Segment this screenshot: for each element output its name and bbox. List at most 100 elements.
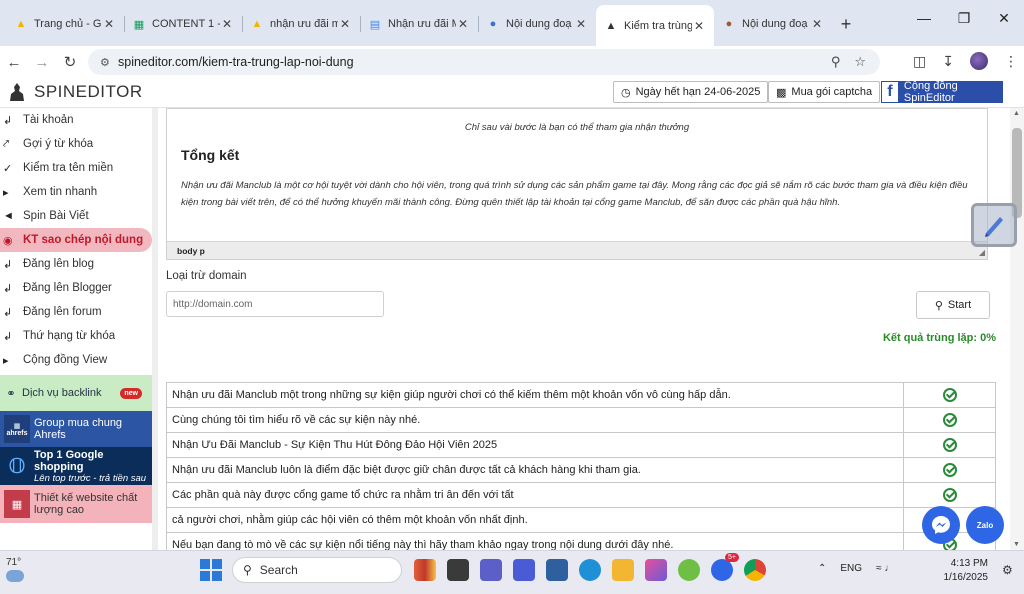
sidebar-promo[interactable]: ▦ ahrefs Group mua chung Ahrefs [0, 411, 152, 447]
scroll-up-icon[interactable]: ▲ [1013, 110, 1020, 117]
tab-close-icon[interactable]: ✕ [102, 17, 116, 31]
zoom-icon[interactable]: ⚲ [831, 54, 841, 70]
browser-toolbar: ← → ↻ ⚙ spineditor.com/kiem-tra-trung-la… [0, 46, 1024, 78]
quillbot-icon: ● [725, 18, 733, 30]
promo-label: Dịch vụ backlink [22, 387, 102, 399]
sidebar-item[interactable]: ◄ Spin Bài Viết [0, 204, 152, 228]
download-icon[interactable]: ↧ [942, 53, 954, 70]
sidebar-item-label: Thứ hạng từ khóa [23, 330, 116, 342]
sidebar-item-label: Đăng lên Blogger [23, 282, 112, 294]
extensions-icon[interactable]: ◫ [913, 53, 926, 70]
exclude-domain-input[interactable] [166, 291, 384, 317]
result-status [903, 407, 996, 433]
sidebar-item[interactable]: ✓ Kiểm tra tên miền [0, 156, 152, 180]
weather-widget[interactable]: 71° [6, 557, 24, 582]
messenger-chat-button[interactable] [922, 506, 960, 544]
expiry-date-button[interactable]: ◷ Ngày hết hạn 24-06-2025 [613, 81, 769, 103]
sidebar-item[interactable]: ⤤ Gợi ý từ khóa [0, 132, 152, 156]
community-facebook-button[interactable]: f Cộng đồng SpinEditor [881, 80, 1003, 104]
tab-close-icon[interactable]: ✕ [810, 17, 824, 31]
website-design-icon: ▦ [4, 490, 30, 518]
zalo-chat-button[interactable]: Zalo [966, 506, 1004, 544]
tab-close-icon[interactable]: ✕ [220, 17, 234, 31]
browser-tab[interactable]: ▲ Trang chủ - Go ✕ [6, 5, 124, 43]
sidebar-item[interactable]: ↲ Đăng lên forum [0, 300, 152, 324]
copilot-icon[interactable] [414, 559, 436, 581]
buy-captcha-button[interactable]: ▩ Mua gói captcha [768, 81, 881, 103]
tab-close-icon[interactable]: ✕ [692, 19, 706, 33]
check-circle-icon [942, 413, 957, 427]
site-logo[interactable]: SPINEDITOR [8, 82, 143, 102]
photos-icon[interactable] [645, 559, 667, 581]
edge-browser-icon[interactable] [579, 559, 601, 581]
browser-tab[interactable]: ▲ nhận ưu đãi m ✕ [242, 5, 360, 43]
coccoc-icon[interactable] [678, 559, 700, 581]
results-table: Nhận ưu đãi Manclub một trong những sự k… [166, 382, 996, 558]
sidebar-item[interactable]: ↲ Đăng lên blog [0, 252, 152, 276]
taskbar-clock[interactable]: 4:13 PM 1/16/2025 [936, 557, 989, 585]
sidebar-item[interactable]: ↲ Tài khoản [0, 108, 152, 132]
tab-title: nhận ưu đãi m [270, 18, 338, 30]
sidebar-promo[interactable]: ⚭ Dịch vụ backlink new [0, 375, 152, 411]
teams-icon[interactable] [480, 559, 502, 581]
taskbar-search[interactable]: ⚲ Search [232, 557, 402, 583]
page-scrollbar[interactable]: ▲ ▼ [1010, 108, 1024, 550]
blog-icon: ↲ [3, 258, 13, 271]
profile-avatar[interactable] [970, 52, 988, 70]
forum-icon: ↲ [3, 306, 13, 319]
sidebar-promo[interactable]: ▦ Thiết kế website chất lượng cao [0, 485, 152, 523]
scroll-down-icon[interactable]: ▼ [1013, 541, 1020, 548]
bookmark-star-icon[interactable]: ☆ [854, 54, 866, 70]
sidebar-item[interactable]: ◉ KT sao chép nội dung [0, 228, 152, 252]
sidebar-item[interactable]: ▸ Cộng đồng View [0, 348, 152, 372]
file-explorer-icon[interactable] [447, 559, 469, 581]
minimize-button[interactable]: — [904, 10, 944, 27]
tab-close-icon[interactable]: ✕ [456, 17, 470, 31]
address-bar[interactable]: ⚙ spineditor.com/kiem-tra-trung-lap-noi-… [88, 49, 880, 75]
notification-bell-icon[interactable]: ⚙ [1002, 563, 1013, 577]
forward-button[interactable]: → [28, 54, 56, 71]
wifi-volume-icon[interactable]: ≈ ♩ [876, 563, 894, 574]
zalo-taskbar-icon[interactable]: 5+ [711, 553, 739, 581]
browser-tab[interactable]: ▤ Nhận ưu đãi M ✕ [360, 5, 478, 43]
calendar-icon[interactable] [546, 559, 568, 581]
browser-tab[interactable]: ▲ Kiểm tra trùng ✕ [596, 5, 714, 46]
browser-tab[interactable]: ▦ CONTENT 1 - ✕ [124, 5, 242, 43]
floating-edit-widget[interactable] [971, 203, 1017, 247]
windows-start-button[interactable] [200, 559, 222, 581]
maximize-button[interactable]: ❐ [944, 10, 984, 27]
google-drive-icon: ▲ [15, 18, 27, 30]
browser-menu-icon[interactable]: ⋮ [1004, 53, 1018, 70]
promo-label: Thiết kế website chất lượng cao [34, 492, 138, 516]
close-window-button[interactable]: ✕ [984, 10, 1024, 27]
community-label: Cộng đồng SpinEditor [903, 80, 958, 104]
reload-button[interactable]: ↻ [56, 53, 84, 71]
sidebar-item[interactable]: ↲ Thứ hạng từ khóa [0, 324, 152, 348]
new-tab-button[interactable]: + [832, 5, 860, 43]
view-icon: ▸ [3, 354, 9, 367]
sidebar-item[interactable]: ↲ Đăng lên Blogger [0, 276, 152, 300]
tab-title: Nội dung đoạ [506, 18, 572, 30]
start-button[interactable]: ⚲ Start [916, 291, 990, 319]
folder-icon[interactable] [612, 559, 634, 581]
search-icon: ⚲ [934, 299, 943, 312]
resize-handle-icon[interactable]: ◢ [979, 248, 985, 257]
table-row: Nhận ưu đãi Manclub một trong những sự k… [166, 382, 996, 408]
sidebar-promo[interactable]: 𝕆 Top 1 Google shopping Lên top trước - tr… [0, 447, 152, 485]
tab-close-icon[interactable]: ✕ [338, 17, 352, 31]
back-button[interactable]: ← [0, 54, 28, 71]
whiteboard-icon[interactable] [513, 559, 535, 581]
expiry-label: Ngày hết hạn 24-06-2025 [635, 86, 761, 98]
table-row: Nhận ưu đãi Manclub luôn là điểm đặc biệ… [166, 457, 996, 483]
browser-tab[interactable]: ● Nội dung đoạ ✕ [714, 5, 832, 43]
spin-icon: ◄ [3, 210, 14, 222]
content-editor[interactable]: Chỉ sau vài bước là bạn có thể tham gia … [166, 108, 988, 260]
chevron-up-icon[interactable]: ⌃ [818, 563, 826, 574]
tab-close-icon[interactable]: ✕ [574, 17, 588, 31]
site-info-icon[interactable]: ⚙ [100, 56, 118, 69]
browser-tab[interactable]: ● Nội dung đoạ ✕ [478, 5, 596, 43]
language-indicator[interactable]: ENG [840, 563, 862, 574]
system-tray: ⌃ ENG ≈ ♩ [818, 563, 894, 574]
chrome-icon[interactable] [744, 559, 766, 581]
sidebar-item[interactable]: ▸ Xem tin nhanh [0, 180, 152, 204]
